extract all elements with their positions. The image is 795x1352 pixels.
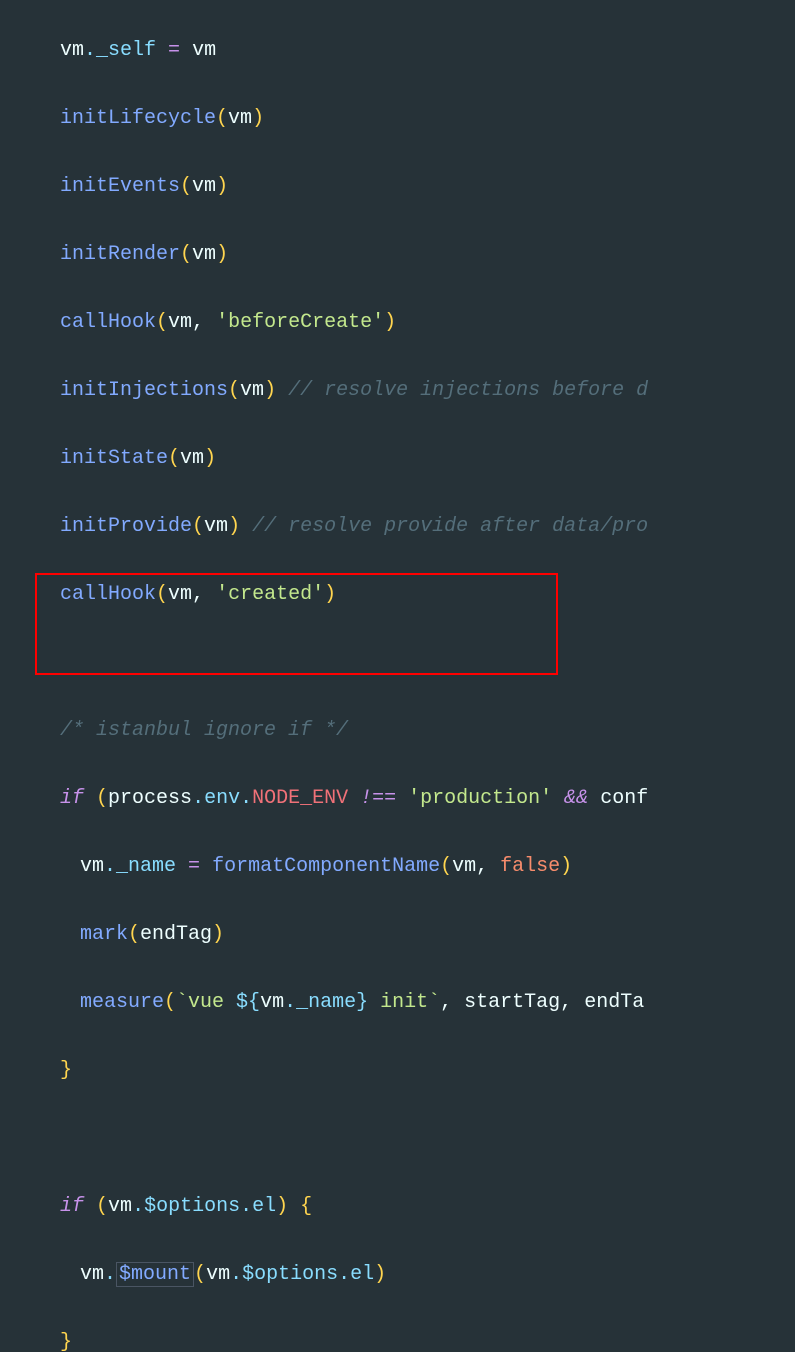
code-line: callHook(vm, 'created') — [20, 578, 795, 612]
code-line: vm._self = vm — [20, 34, 795, 68]
code-line: /* istanbul ignore if */ — [20, 714, 795, 748]
code-line: vm.$mount(vm.$options.el) — [20, 1258, 795, 1292]
code-line: initLifecycle(vm) — [20, 102, 795, 136]
code-line: initInjections(vm) // resolve injections… — [20, 374, 795, 408]
code-line: } — [20, 1326, 795, 1352]
code-line — [20, 646, 795, 680]
code-line: initRender(vm) — [20, 238, 795, 272]
code-line: if (vm.$options.el) { — [20, 1190, 795, 1224]
code-line: vm._name = formatComponentName(vm, false… — [20, 850, 795, 884]
code-line: initState(vm) — [20, 442, 795, 476]
code-line: if (process.env.NODE_ENV !== 'production… — [20, 782, 795, 816]
code-line: mark(endTag) — [20, 918, 795, 952]
code-line: } — [20, 1054, 795, 1088]
code-line: callHook(vm, 'beforeCreate') — [20, 306, 795, 340]
code-line: measure(`vue ${vm._name} init`, startTag… — [20, 986, 795, 1020]
code-block: vm._self = vm initLifecycle(vm) initEven… — [0, 0, 795, 1352]
code-line: initEvents(vm) — [20, 170, 795, 204]
code-line: initProvide(vm) // resolve provide after… — [20, 510, 795, 544]
code-line — [20, 1122, 795, 1156]
